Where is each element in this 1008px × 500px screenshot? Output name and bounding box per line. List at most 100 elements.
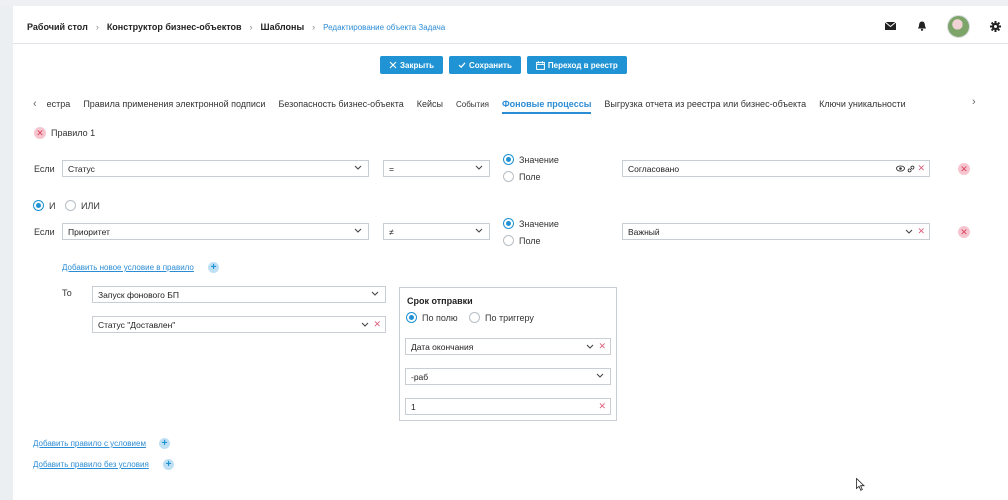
condition-value-input[interactable]: Согласовано ✕ bbox=[622, 160, 930, 177]
chevron-down-icon bbox=[596, 373, 604, 378]
add-rule-without-condition-plus-icon[interactable]: + bbox=[163, 459, 174, 470]
logic-radio-and[interactable] bbox=[33, 200, 44, 211]
registry-button-label: Переход в реестр bbox=[547, 60, 618, 70]
condition-operator-select[interactable]: = bbox=[383, 160, 490, 177]
mail-icon[interactable] bbox=[883, 19, 897, 33]
action-select[interactable]: Запуск фонового БП bbox=[92, 286, 386, 303]
if-label: Если bbox=[34, 164, 55, 174]
add-condition-plus-icon[interactable]: + bbox=[208, 262, 219, 273]
toolbar: Закрыть Сохранить Переход в реестр bbox=[380, 56, 627, 74]
tab-events[interactable]: События bbox=[456, 100, 489, 109]
delete-condition-button[interactable]: ✕ bbox=[958, 163, 970, 175]
tabs-scroll-left-icon[interactable]: ‹ bbox=[33, 98, 37, 110]
logic-radio-or[interactable] bbox=[65, 200, 76, 211]
value-type-radio-value[interactable] bbox=[503, 218, 514, 229]
tab-registry[interactable]: естра bbox=[47, 99, 71, 109]
breadcrumb-item-constructor[interactable]: Конструктор бизнес-объектов bbox=[107, 22, 242, 32]
chevron-down-icon bbox=[586, 344, 594, 349]
deadline-amount-value: 1 bbox=[411, 401, 416, 412]
value-type-radio-field[interactable] bbox=[503, 171, 514, 182]
condition-value-text: Важный bbox=[628, 226, 660, 237]
chevron-down-icon bbox=[905, 229, 913, 234]
tabs-scroll-right-icon[interactable]: › bbox=[972, 96, 976, 108]
deadline-mode-label-trigger: По триггеру bbox=[485, 313, 534, 323]
tab-report-export[interactable]: Выгрузка отчета из реестра или бизнес-об… bbox=[604, 99, 806, 109]
value-type-radio-value[interactable] bbox=[503, 154, 514, 165]
clear-icon[interactable]: ✕ bbox=[917, 163, 925, 174]
header: Рабочий стол › Конструктор бизнес-объект… bbox=[13, 6, 1008, 44]
close-button-label: Закрыть bbox=[400, 60, 435, 70]
condition-field-value: Приоритет bbox=[68, 226, 110, 237]
logic-label-and: И bbox=[49, 201, 56, 211]
clear-icon[interactable]: ✕ bbox=[598, 401, 606, 412]
tab-cases[interactable]: Кейсы bbox=[417, 99, 443, 109]
calendar-icon bbox=[535, 60, 545, 70]
close-button[interactable]: Закрыть bbox=[380, 56, 444, 74]
bell-icon[interactable] bbox=[915, 19, 929, 33]
tab-unique-keys[interactable]: Ключи уникальности bbox=[819, 99, 905, 109]
condition-field-select[interactable]: Приоритет bbox=[62, 223, 369, 240]
delete-condition-button[interactable]: ✕ bbox=[958, 226, 970, 238]
condition-field-select[interactable]: Статус bbox=[62, 160, 369, 177]
chevron-right-icon: › bbox=[249, 22, 253, 32]
then-label: То bbox=[62, 288, 72, 298]
registry-button[interactable]: Переход в реестр bbox=[526, 56, 627, 74]
chevron-down-icon bbox=[361, 322, 369, 327]
condition-operator-value: ≠ bbox=[389, 226, 394, 237]
deadline-panel: Срок отправки По полю По триггеру Дата о… bbox=[399, 287, 617, 421]
deadline-mode-label-field: По полю bbox=[422, 313, 458, 323]
gear-icon[interactable] bbox=[988, 19, 1002, 33]
eye-icon[interactable] bbox=[896, 165, 905, 172]
deadline-date-field-value: Дата окончания bbox=[411, 341, 474, 352]
check-icon bbox=[458, 62, 466, 69]
value-type-radio-field[interactable] bbox=[503, 235, 514, 246]
add-rule-with-condition-link[interactable]: Добавить правило с условием bbox=[33, 439, 146, 448]
app-area bbox=[13, 6, 1008, 500]
action-param-select[interactable]: Статус "Доставлен" ✕ bbox=[92, 316, 386, 333]
tab-security[interactable]: Безопасность бизнес-объекта bbox=[278, 99, 403, 109]
mouse-cursor-icon bbox=[856, 478, 865, 491]
close-icon bbox=[389, 61, 397, 69]
add-rule-with-condition-plus-icon[interactable]: + bbox=[159, 438, 170, 449]
clear-icon[interactable]: ✕ bbox=[598, 341, 606, 352]
chevron-down-icon bbox=[354, 165, 362, 170]
logic-label-or: ИЛИ bbox=[81, 201, 100, 211]
condition-value-select[interactable]: Важный ✕ bbox=[622, 223, 930, 240]
add-condition-link[interactable]: Добавить новое условие в правило bbox=[62, 263, 194, 272]
condition-operator-select[interactable]: ≠ bbox=[383, 223, 490, 240]
chevron-down-icon bbox=[354, 228, 362, 233]
save-button[interactable]: Сохранить bbox=[449, 56, 521, 74]
clear-icon[interactable]: ✕ bbox=[917, 226, 925, 237]
link-icon[interactable] bbox=[907, 165, 915, 173]
chevron-down-icon bbox=[475, 228, 483, 233]
header-actions bbox=[865, 14, 1008, 38]
breadcrumb-item-templates[interactable]: Шаблоны bbox=[261, 22, 305, 32]
chevron-right-icon: › bbox=[312, 22, 316, 32]
deadline-mode-radio-trigger[interactable] bbox=[469, 312, 480, 323]
deadline-title: Срок отправки bbox=[407, 296, 473, 306]
condition-value-text: Согласовано bbox=[628, 163, 680, 174]
chevron-down-icon bbox=[475, 165, 483, 170]
value-type-label-value: Значение bbox=[519, 155, 559, 165]
deadline-unit-value: -раб bbox=[411, 371, 429, 382]
left-edge-panel bbox=[0, 6, 13, 500]
rule-title: Правило 1 bbox=[51, 128, 96, 138]
clear-icon[interactable]: ✕ bbox=[373, 319, 381, 330]
value-type-label-value: Значение bbox=[519, 219, 559, 229]
if-label: Если bbox=[34, 227, 55, 237]
deadline-mode-radio-field[interactable] bbox=[406, 312, 417, 323]
delete-rule-button[interactable]: ✕ bbox=[34, 127, 46, 139]
breadcrumb-item-desktop[interactable]: Рабочий стол bbox=[27, 22, 88, 32]
value-type-label-field: Поле bbox=[519, 236, 541, 246]
deadline-amount-input[interactable]: 1 ✕ bbox=[405, 398, 611, 415]
tab-background-processes[interactable]: Фоновые процессы bbox=[502, 99, 592, 114]
deadline-date-field-select[interactable]: Дата окончания ✕ bbox=[405, 338, 611, 355]
tab-signature-rules[interactable]: Правила применения электронной подписи bbox=[83, 99, 265, 109]
tab-bar: ‹ естра Правила применения электронной п… bbox=[33, 97, 919, 114]
deadline-unit-select[interactable]: -раб bbox=[405, 368, 611, 385]
chevron-down-icon bbox=[371, 291, 379, 296]
add-rule-without-condition-link[interactable]: Добавить правило без условия bbox=[33, 460, 149, 469]
avatar[interactable] bbox=[947, 14, 970, 38]
condition-field-value: Статус bbox=[68, 163, 95, 174]
chevron-right-icon: › bbox=[95, 22, 99, 32]
